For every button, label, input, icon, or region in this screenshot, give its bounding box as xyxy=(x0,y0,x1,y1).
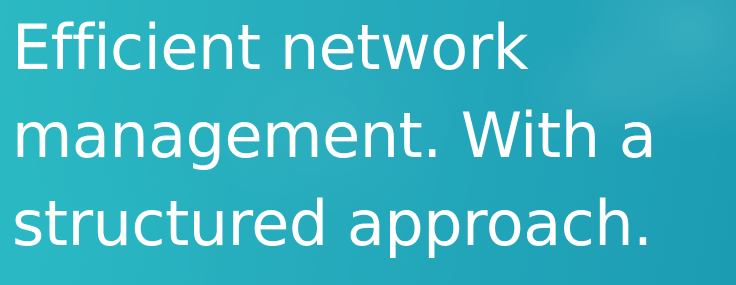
headline-line-3: structured approach. xyxy=(12,187,653,260)
hero-headline: Efficient network management. With a str… xyxy=(12,4,657,268)
headline-line-1: Efficient network xyxy=(12,11,529,84)
headline-line-2: management. With a xyxy=(12,99,657,172)
hero-banner: Efficient network management. With a str… xyxy=(0,0,736,285)
